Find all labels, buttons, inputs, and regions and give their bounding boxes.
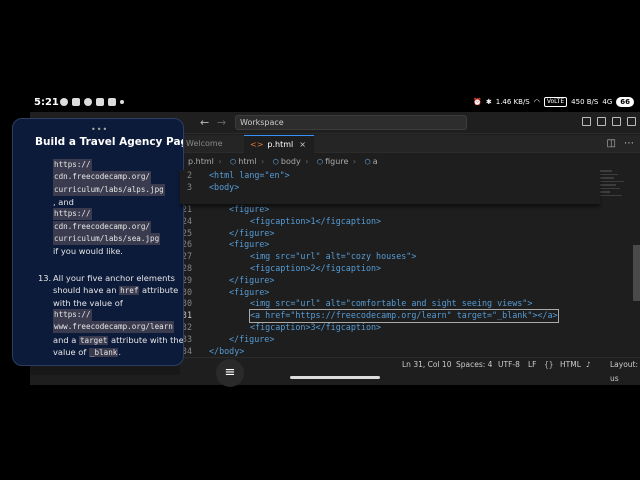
code-snippet: https://	[53, 159, 92, 172]
minimap[interactable]	[594, 170, 634, 210]
instructions-panel[interactable]: ••• Build a Travel Agency Page https:// …	[12, 118, 184, 366]
clock: 5:21	[34, 97, 59, 108]
close-tab-icon[interactable]: ×	[299, 140, 306, 149]
menu-fab-button[interactable]: ≡	[216, 359, 244, 387]
indentation[interactable]: Spaces: 4	[456, 358, 492, 372]
tab-p-html[interactable]: <> p.html ×	[244, 135, 314, 153]
chevron-right-icon: ›	[305, 157, 309, 166]
chevron-right-icon: ›	[352, 157, 357, 166]
text-line: , and	[53, 196, 74, 207]
breadcrumb: p.html › ⬡ html › ⬡ body › ⬡ figure › ⬡ a	[180, 154, 640, 170]
system-status-bar: 5:21 ⏰ ✱ 1.46 KB/S ◠ VoLTE 450 B/S 4G 66	[30, 95, 640, 112]
text-line: should have an href attribute	[53, 285, 179, 296]
code-snippet: curriculum/labs/alps.jpg	[53, 183, 165, 196]
text-line: and a target attribute with the	[53, 334, 184, 345]
editor-status-bar: Ln 31, Col 10 Spaces: 4 UTF-8 LF {} HTML…	[180, 357, 640, 383]
breadcrumb-body[interactable]: body	[281, 157, 301, 166]
element-icon: ⬡	[317, 158, 324, 166]
breadcrumb-a[interactable]: a	[373, 157, 378, 166]
html-file-icon: <>	[250, 140, 264, 149]
text-line: with the value of	[53, 297, 123, 308]
alarm-icon: ⏰	[473, 98, 482, 106]
back-button[interactable]: ←	[200, 116, 209, 129]
tab-welcome[interactable]: Welcome	[180, 135, 240, 153]
code-snippet: cdn.freecodecamp.org/	[53, 171, 152, 184]
code-snippet: https://	[53, 308, 92, 322]
split-editor-icon[interactable]: ◫	[607, 138, 616, 149]
battery-indicator: 66	[616, 97, 634, 107]
tab-label: Welcome	[186, 139, 223, 148]
workspace-search[interactable]: Workspace	[235, 115, 467, 130]
layout-controls	[582, 117, 636, 126]
breadcrumb-file[interactable]: p.html	[188, 157, 214, 166]
element-icon: ⬡	[230, 158, 237, 166]
code-snippet: curriculum/labs/sea.jpg	[53, 232, 161, 246]
encoding[interactable]: UTF-8	[498, 358, 520, 372]
element-icon: ⬡	[364, 158, 371, 166]
language-mode[interactable]: HTML	[560, 358, 581, 372]
chevron-right-icon: ›	[261, 157, 265, 166]
text-line: All your five anchor elements	[53, 273, 175, 283]
youtube-icon	[96, 98, 104, 106]
network-speed: 1.46 KB/S	[495, 98, 530, 106]
breadcrumb-figure[interactable]: figure	[325, 157, 348, 166]
editor-tabs: Welcome <> p.html × ◫ ⋯	[180, 135, 640, 153]
keyboard-layout[interactable]: Layout: us	[610, 358, 640, 385]
youtube-icon	[108, 98, 116, 106]
item-number: 13.	[38, 273, 52, 283]
notification-icon	[60, 98, 68, 106]
text-line: if you would like.	[53, 246, 123, 257]
customize-layout-icon[interactable]	[582, 117, 591, 126]
bell-icon[interactable]: ♪	[586, 358, 591, 372]
code-snippet: www.freecodecamp.org/learn	[53, 321, 174, 334]
notification-icons	[60, 98, 124, 106]
tab-label: p.html	[267, 140, 294, 149]
toggle-secondary-sidebar-icon[interactable]	[627, 117, 636, 126]
status-indicators: ⏰ ✱ 1.46 KB/S ◠ VoLTE 450 B/S 4G 66	[473, 97, 634, 107]
text-line: value of _blank.	[53, 346, 122, 357]
vertical-scrollbar[interactable]	[633, 245, 640, 301]
messenger-icon	[84, 98, 92, 106]
home-gesture-bar[interactable]	[290, 376, 380, 379]
chevron-right-icon: ›	[218, 157, 222, 166]
forward-button[interactable]: →	[217, 116, 226, 129]
more-dot-icon	[120, 100, 124, 104]
volte-badge: VoLTE	[543, 97, 568, 107]
cursor-position[interactable]: Ln 31, Col 10	[402, 358, 451, 372]
code-snippet: https://	[53, 208, 92, 221]
element-icon: ⬡	[272, 158, 279, 166]
panel-title: Build a Travel Agency Page	[35, 136, 184, 148]
gamepad-icon	[72, 98, 80, 106]
breadcrumb-html[interactable]: html	[238, 157, 256, 166]
network-speed-2: 450 B/S	[571, 98, 599, 106]
code-snippet: cdn.freecodecamp.org/	[53, 220, 152, 233]
network-type: 4G	[602, 98, 613, 106]
line-ending[interactable]: LF	[528, 358, 537, 372]
bluetooth-icon: ✱	[485, 98, 492, 106]
more-actions-icon[interactable]: ⋯	[624, 138, 634, 149]
sticky-scroll-header: 2 <html lang="en"> 3 <body>	[180, 170, 600, 204]
toggle-sidebar-icon[interactable]	[597, 117, 606, 126]
toggle-panel-icon[interactable]	[612, 117, 621, 126]
drag-handle-icon[interactable]: •••	[91, 125, 108, 134]
wifi-icon: ◠	[533, 98, 540, 106]
braces-icon: {}	[544, 360, 554, 369]
editor-actions: ◫ ⋯	[607, 138, 634, 149]
